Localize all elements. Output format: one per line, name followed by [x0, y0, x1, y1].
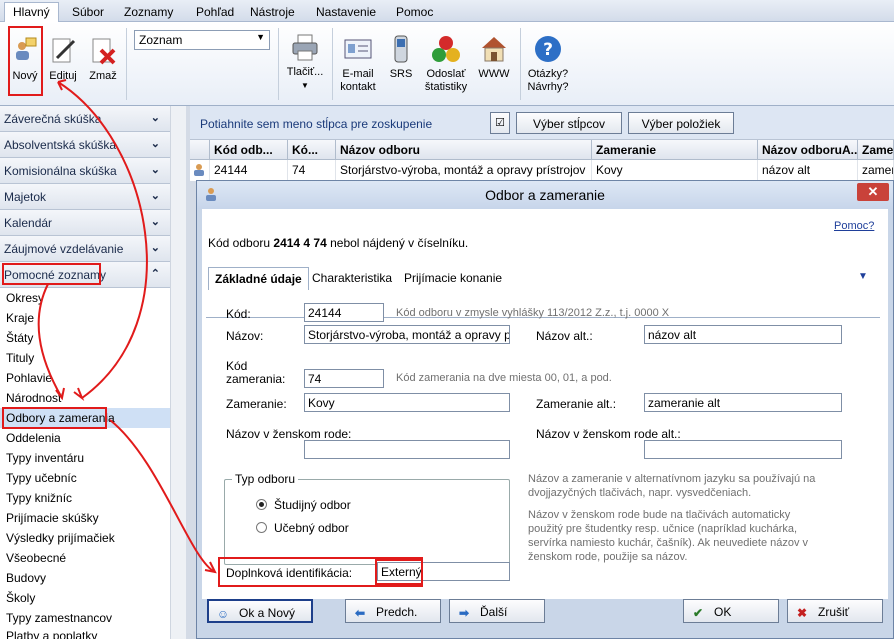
annotation-arrows: [37, 79, 217, 574]
